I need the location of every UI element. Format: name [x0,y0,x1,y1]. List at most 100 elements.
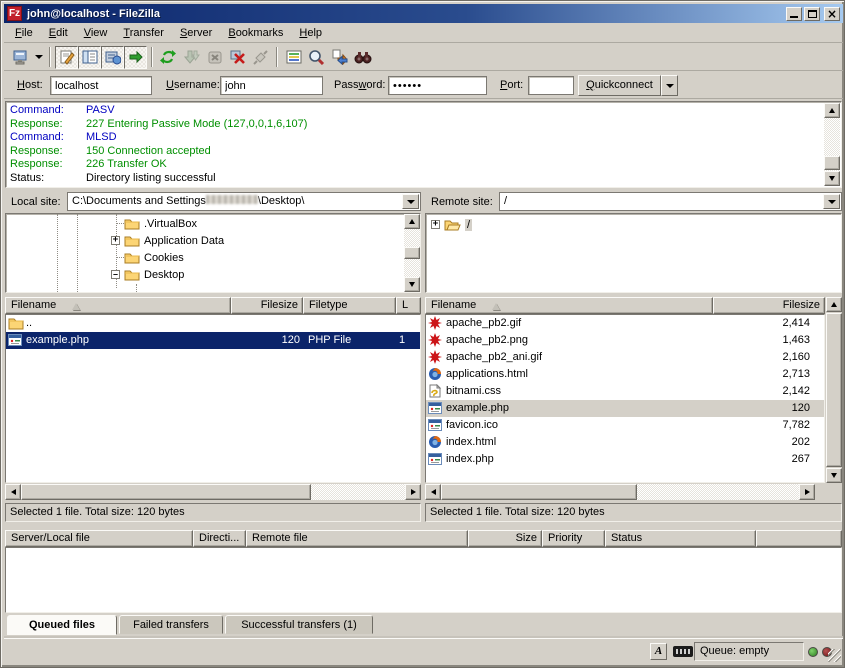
tab-successful-transfers[interactable]: Successful transfers (1) [225,615,373,634]
file-search-button[interactable] [305,46,328,69]
scroll-down-button[interactable] [824,171,840,186]
minimize-button[interactable] [786,7,802,21]
menu-transfer[interactable]: Transfer [115,25,172,41]
scroll-up-button[interactable] [826,297,842,312]
toolbar [4,44,843,71]
menu-view[interactable]: View [76,25,116,41]
file-row-example-php[interactable]: example.php 120 PHP File 1 [6,332,420,349]
column-header-filename[interactable]: Filename [5,297,231,314]
toggle-transfer-queue-button[interactable] [124,46,147,69]
column-header-lastmodified[interactable]: L [396,297,421,314]
expand-icon[interactable] [431,220,440,229]
arrow-up-icon [831,302,837,307]
file-row-example-php[interactable]: example.php120 [426,400,824,417]
file-row-apache-pb2-png[interactable]: apache_pb2.png1,463 [426,332,824,349]
maximize-button[interactable] [804,7,820,21]
username-input[interactable] [220,76,323,95]
refresh-button[interactable] [157,46,180,69]
column-header-size[interactable]: Size [468,530,542,547]
file-row-parent-dir[interactable]: .. [6,315,420,332]
column-header-direction[interactable]: Directi... [193,530,246,547]
site-manager-button[interactable] [9,46,32,69]
column-header-filetype[interactable]: Filetype [303,297,396,314]
menu-edit[interactable]: Edit [41,25,76,41]
column-header-filesize[interactable]: Filesize [713,297,825,314]
tab-queued-files[interactable]: Queued files [7,615,117,635]
synchronized-browsing-button[interactable] [328,46,351,69]
column-header-status[interactable]: Status [605,530,756,547]
close-button[interactable]: × [824,7,840,21]
scroll-left-button[interactable] [5,484,21,500]
scrollbar-thumb[interactable] [441,484,637,500]
log-scrollbar[interactable] [824,103,840,186]
quickconnect-button[interactable]: Quickconnect [578,75,661,96]
menu-bookmarks[interactable]: Bookmarks [220,25,291,41]
tab-failed-transfers[interactable]: Failed transfers [119,615,223,634]
message-log-icon [59,49,75,65]
toggle-remote-tree-button[interactable] [101,46,124,69]
column-header-remote-file[interactable]: Remote file [246,530,468,547]
host-input[interactable] [50,76,152,95]
transfer-type-indicator[interactable]: A [650,643,667,660]
scroll-right-button[interactable] [799,484,815,500]
tree-item-application-data[interactable]: Application Data [124,232,224,249]
tree-item-virtualbox[interactable]: .VirtualBox [124,215,197,232]
toolbar-separator [276,47,278,67]
arrow-up-icon [829,108,835,113]
file-row-apache-pb2-gif[interactable]: apache_pb2.gif2,414 [426,315,824,332]
scrollbar-thumb[interactable] [404,247,420,259]
remote-directory-tree: / [425,213,842,293]
tree-item-root[interactable]: / [431,216,472,233]
toggle-local-tree-button[interactable] [78,46,101,69]
file-row-favicon-ico[interactable]: favicon.ico7,782 [426,417,824,434]
process-queue-button[interactable] [180,46,203,69]
disconnect-button[interactable] [226,46,249,69]
queue-list-area[interactable] [5,547,842,613]
cancel-operation-button[interactable] [203,46,226,69]
scroll-up-button[interactable] [404,214,420,229]
file-row-bitnami-css[interactable]: bitnami.css2,142 [426,383,824,400]
local-horizontal-scrollbar[interactable] [5,484,421,500]
remote-list-scrollbar[interactable] [826,297,842,483]
toggle-message-log-button[interactable] [55,46,78,69]
scroll-left-button[interactable] [425,484,441,500]
tree-item-desktop[interactable]: Desktop [124,266,184,283]
column-header-filename[interactable]: Filename [425,297,713,314]
scrollbar-thumb[interactable] [826,313,842,467]
message-log-content[interactable]: Command:PASV Response:227 Entering Passi… [6,102,841,187]
local-tree-scrollbar[interactable] [404,214,420,292]
menu-server[interactable]: Server [172,25,220,41]
file-row-index-php[interactable]: index.php267 [426,451,824,468]
scroll-down-button[interactable] [404,277,420,292]
scroll-right-button[interactable] [405,484,421,500]
expand-icon[interactable] [111,236,120,245]
site-manager-dropdown[interactable] [32,46,45,69]
reconnect-button[interactable] [249,46,272,69]
password-input[interactable] [388,76,487,95]
resize-grip[interactable] [828,649,841,662]
file-row-applications-html[interactable]: applications.html2,713 [426,366,824,383]
remote-site-dropdown[interactable] [823,194,840,209]
file-row-apache-pb2-ani-gif[interactable]: apache_pb2_ani.gif2,160 [426,349,824,366]
column-header-server-local-file[interactable]: Server/Local file [5,530,193,547]
port-input[interactable] [528,76,574,95]
collapse-icon[interactable] [111,270,120,279]
local-site-dropdown[interactable] [402,194,419,209]
quickconnect-dropdown[interactable] [661,75,678,96]
remote-site-combobox[interactable]: / [499,192,842,211]
tree-item-cookies[interactable]: Cookies [124,249,184,266]
speed-limits-icon[interactable] [673,646,693,657]
directory-comparison-button[interactable] [351,46,374,69]
scrollbar-thumb[interactable] [21,484,311,500]
local-site-combobox[interactable]: C:\Documents and Settings\Desktop\ [67,192,421,211]
menu-file[interactable]: File [7,25,41,41]
remote-horizontal-scrollbar[interactable] [425,484,815,500]
scroll-down-button[interactable] [826,468,842,483]
column-header-filesize[interactable]: Filesize [231,297,303,314]
column-header-priority[interactable]: Priority [542,530,605,547]
scroll-up-button[interactable] [824,103,840,118]
file-row-index-html[interactable]: index.html202 [426,434,824,451]
scrollbar-thumb[interactable] [824,156,840,170]
directory-listing-filters-button[interactable] [282,46,305,69]
menu-help[interactable]: Help [291,25,330,41]
